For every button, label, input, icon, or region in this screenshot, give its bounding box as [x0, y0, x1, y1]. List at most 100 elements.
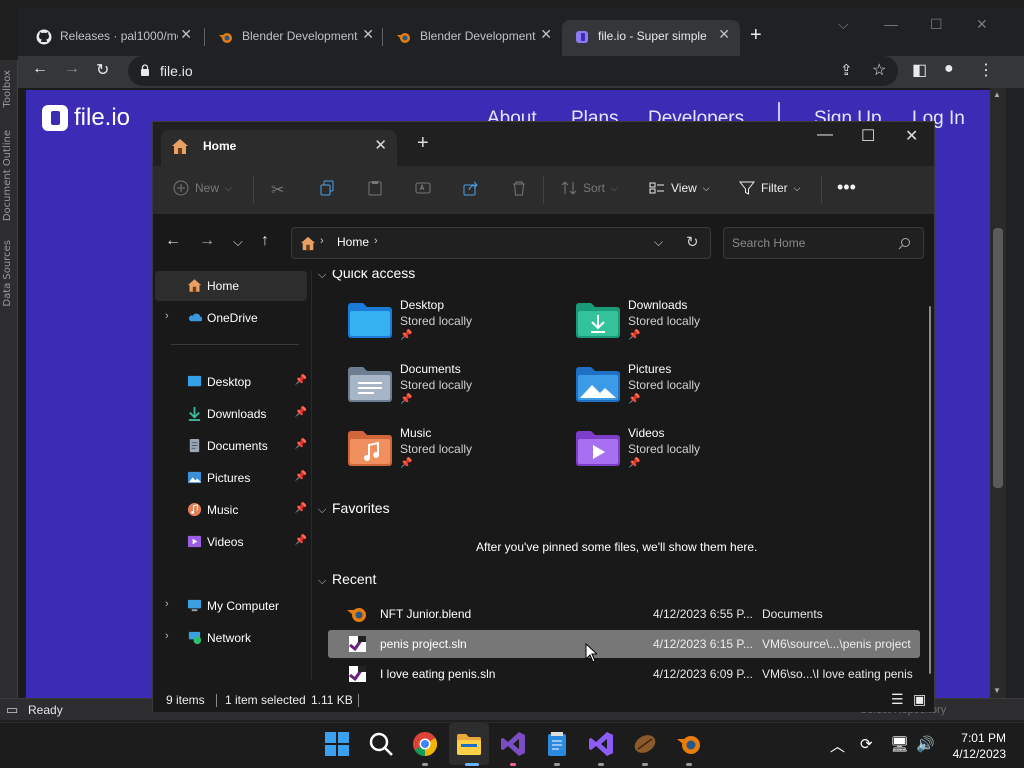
toolbox-tab[interactable]: Toolbox — [2, 70, 13, 108]
quick-access-videos[interactable]: Videos Stored locally 📌 — [576, 426, 796, 482]
nav-item-downloads[interactable]: Downloads 📌 — [155, 399, 307, 429]
profile-icon[interactable]: ● — [944, 60, 954, 78]
filter-button[interactable]: Filter ⌵ — [739, 180, 801, 196]
up-icon[interactable]: ↑ — [261, 232, 269, 250]
quick-access-pictures[interactable]: Pictures Stored locally 📌 — [576, 362, 796, 418]
quick-access-downloads[interactable]: Downloads Stored locally 📌 — [576, 298, 796, 354]
close-tab-icon[interactable]: ✕ — [362, 26, 374, 43]
share-icon[interactable]: ⇪ — [840, 61, 853, 79]
pin-icon[interactable]: 📌 — [295, 503, 307, 514]
nav-item-network[interactable]: › Network — [155, 623, 307, 653]
pin-icon[interactable]: 📌 — [295, 407, 307, 418]
refresh-icon[interactable]: ↻ — [686, 233, 699, 251]
document-outline-tab[interactable]: Document Outline — [2, 130, 13, 221]
sync-icon[interactable]: ⟳ — [860, 735, 873, 753]
tab-releases[interactable]: Releases · pal1000/me ✕ — [24, 20, 202, 56]
close-tab-icon[interactable]: ✕ — [718, 26, 730, 43]
close-tab-icon[interactable]: ✕ — [374, 136, 387, 154]
favorites-header[interactable]: ⌵ Favorites — [318, 500, 390, 517]
scroll-up-icon[interactable]: ▲ — [993, 90, 1001, 99]
recent-row[interactable]: NFT Junior.blend 4/12/2023 6:55 P... Doc… — [328, 600, 920, 628]
maximize-button[interactable]: ☐ — [861, 126, 875, 146]
blender-icon[interactable] — [676, 731, 702, 757]
search-icon[interactable] — [368, 731, 394, 757]
tab-blender-dev-2[interactable]: Blender Development ✕ — [384, 20, 562, 56]
explorer-address-bar[interactable]: › Home › ⌵ ↻ — [291, 227, 711, 259]
notepad-icon[interactable] — [544, 731, 570, 757]
volume-icon[interactable]: 🔊 — [916, 735, 935, 753]
quick-access-header[interactable]: ⌵ Quick access — [318, 270, 415, 282]
content-scrollbar[interactable] — [929, 306, 931, 674]
minimize-button[interactable]: — — [884, 16, 898, 32]
nav-item-my-computer[interactable]: › My Computer — [155, 591, 307, 621]
coffee-app-icon[interactable] — [632, 731, 658, 757]
fileio-logo-icon[interactable] — [42, 105, 68, 131]
close-tab-icon[interactable]: ✕ — [540, 26, 552, 43]
tab-fileio[interactable]: file.io - Super simple ✕ — [562, 20, 740, 56]
tab-blender-dev-1[interactable]: Blender Development ✕ — [206, 20, 384, 56]
share-icon[interactable] — [463, 180, 479, 196]
close-window-button[interactable]: ✕ — [905, 126, 918, 146]
nav-item-home[interactable]: Home — [155, 271, 307, 301]
address-dropdown-icon[interactable]: ⌵ — [654, 235, 663, 250]
visual-studio-icon[interactable] — [588, 731, 614, 757]
search-input[interactable]: Search Home — [723, 227, 924, 259]
quick-access-documents[interactable]: Documents Stored locally 📌 — [348, 362, 568, 418]
notification-icon[interactable]: ▭ — [6, 702, 18, 718]
quick-access-music[interactable]: Music Stored locally 📌 — [348, 426, 568, 482]
system-clock[interactable]: 7:01 PM 4/12/2023 — [944, 730, 1006, 762]
delete-icon[interactable] — [511, 180, 527, 196]
recent-row-selected[interactable]: penis project.sln 4/12/2023 6:15 P... VM… — [328, 630, 920, 658]
chrome-icon[interactable] — [412, 731, 438, 757]
lock-icon[interactable] — [140, 64, 150, 77]
minimize-button[interactable]: — — [817, 126, 833, 144]
fileio-brand[interactable]: file.io — [74, 104, 130, 132]
reload-icon[interactable]: ↻ — [96, 60, 109, 80]
forward-icon[interactable]: → — [199, 232, 215, 250]
address-bar[interactable]: file.io ⇪ ☆ — [128, 56, 898, 86]
pin-icon[interactable]: 📌 — [295, 471, 307, 482]
new-tab-button[interactable]: + — [750, 24, 762, 47]
new-tab-button[interactable]: + — [417, 132, 429, 155]
cut-icon[interactable]: ✂ — [271, 180, 284, 200]
file-explorer-icon[interactable] — [456, 731, 482, 757]
quick-access-desktop[interactable]: Desktop Stored locally 📌 — [348, 298, 568, 354]
nav-item-onedrive[interactable]: › OneDrive — [155, 303, 307, 333]
windows-start-icon[interactable] — [324, 731, 350, 757]
breadcrumb-chevron-icon[interactable]: › — [320, 235, 324, 247]
menu-icon[interactable]: ⋮ — [978, 60, 994, 80]
breadcrumb-home[interactable]: Home — [337, 235, 369, 249]
data-sources-tab[interactable]: Data Sources — [2, 240, 13, 307]
visual-studio-icon[interactable] — [500, 731, 526, 757]
explorer-tab-home[interactable]: Home ✕ — [161, 130, 397, 166]
nav-item-desktop[interactable]: Desktop 📌 — [155, 367, 307, 397]
forward-icon[interactable]: → — [64, 60, 80, 78]
close-tab-icon[interactable]: ✕ — [180, 26, 192, 43]
nav-item-videos[interactable]: Videos 📌 — [155, 527, 307, 557]
back-icon[interactable]: ← — [165, 232, 181, 250]
page-scrollbar[interactable]: ▲ ▼ — [990, 88, 1006, 698]
scrollbar-thumb[interactable] — [993, 228, 1003, 488]
nav-item-pictures[interactable]: Pictures 📌 — [155, 463, 307, 493]
pin-icon[interactable]: 📌 — [295, 535, 307, 546]
sort-button[interactable]: Sort ⌵ — [561, 180, 618, 196]
more-options-icon[interactable]: ••• — [837, 177, 856, 198]
paste-icon[interactable] — [367, 180, 383, 196]
tab-search-icon[interactable]: ⌵ — [838, 16, 849, 33]
expand-chevron-icon[interactable]: › — [165, 310, 169, 322]
tiles-view-icon[interactable]: ▣ — [913, 691, 926, 708]
rename-icon[interactable] — [415, 180, 431, 196]
copy-icon[interactable] — [319, 180, 335, 196]
back-icon[interactable]: ← — [32, 60, 48, 78]
show-hidden-icons-chevron-icon[interactable]: ︿ — [830, 735, 845, 756]
recent-locations-icon[interactable]: ⌵ — [233, 234, 243, 250]
network-status-icon[interactable]: 🖥 — [890, 735, 909, 753]
close-window-button[interactable]: ✕ — [976, 16, 988, 33]
search-icon[interactable] — [898, 237, 911, 250]
nav-item-documents[interactable]: Documents 📌 — [155, 431, 307, 461]
details-view-icon[interactable]: ☰ — [891, 691, 904, 708]
pin-icon[interactable]: 📌 — [295, 439, 307, 450]
bookmark-star-icon[interactable]: ☆ — [872, 60, 886, 80]
recent-header[interactable]: ⌵ Recent — [318, 571, 376, 588]
new-button[interactable]: New ⌵ — [173, 180, 232, 196]
